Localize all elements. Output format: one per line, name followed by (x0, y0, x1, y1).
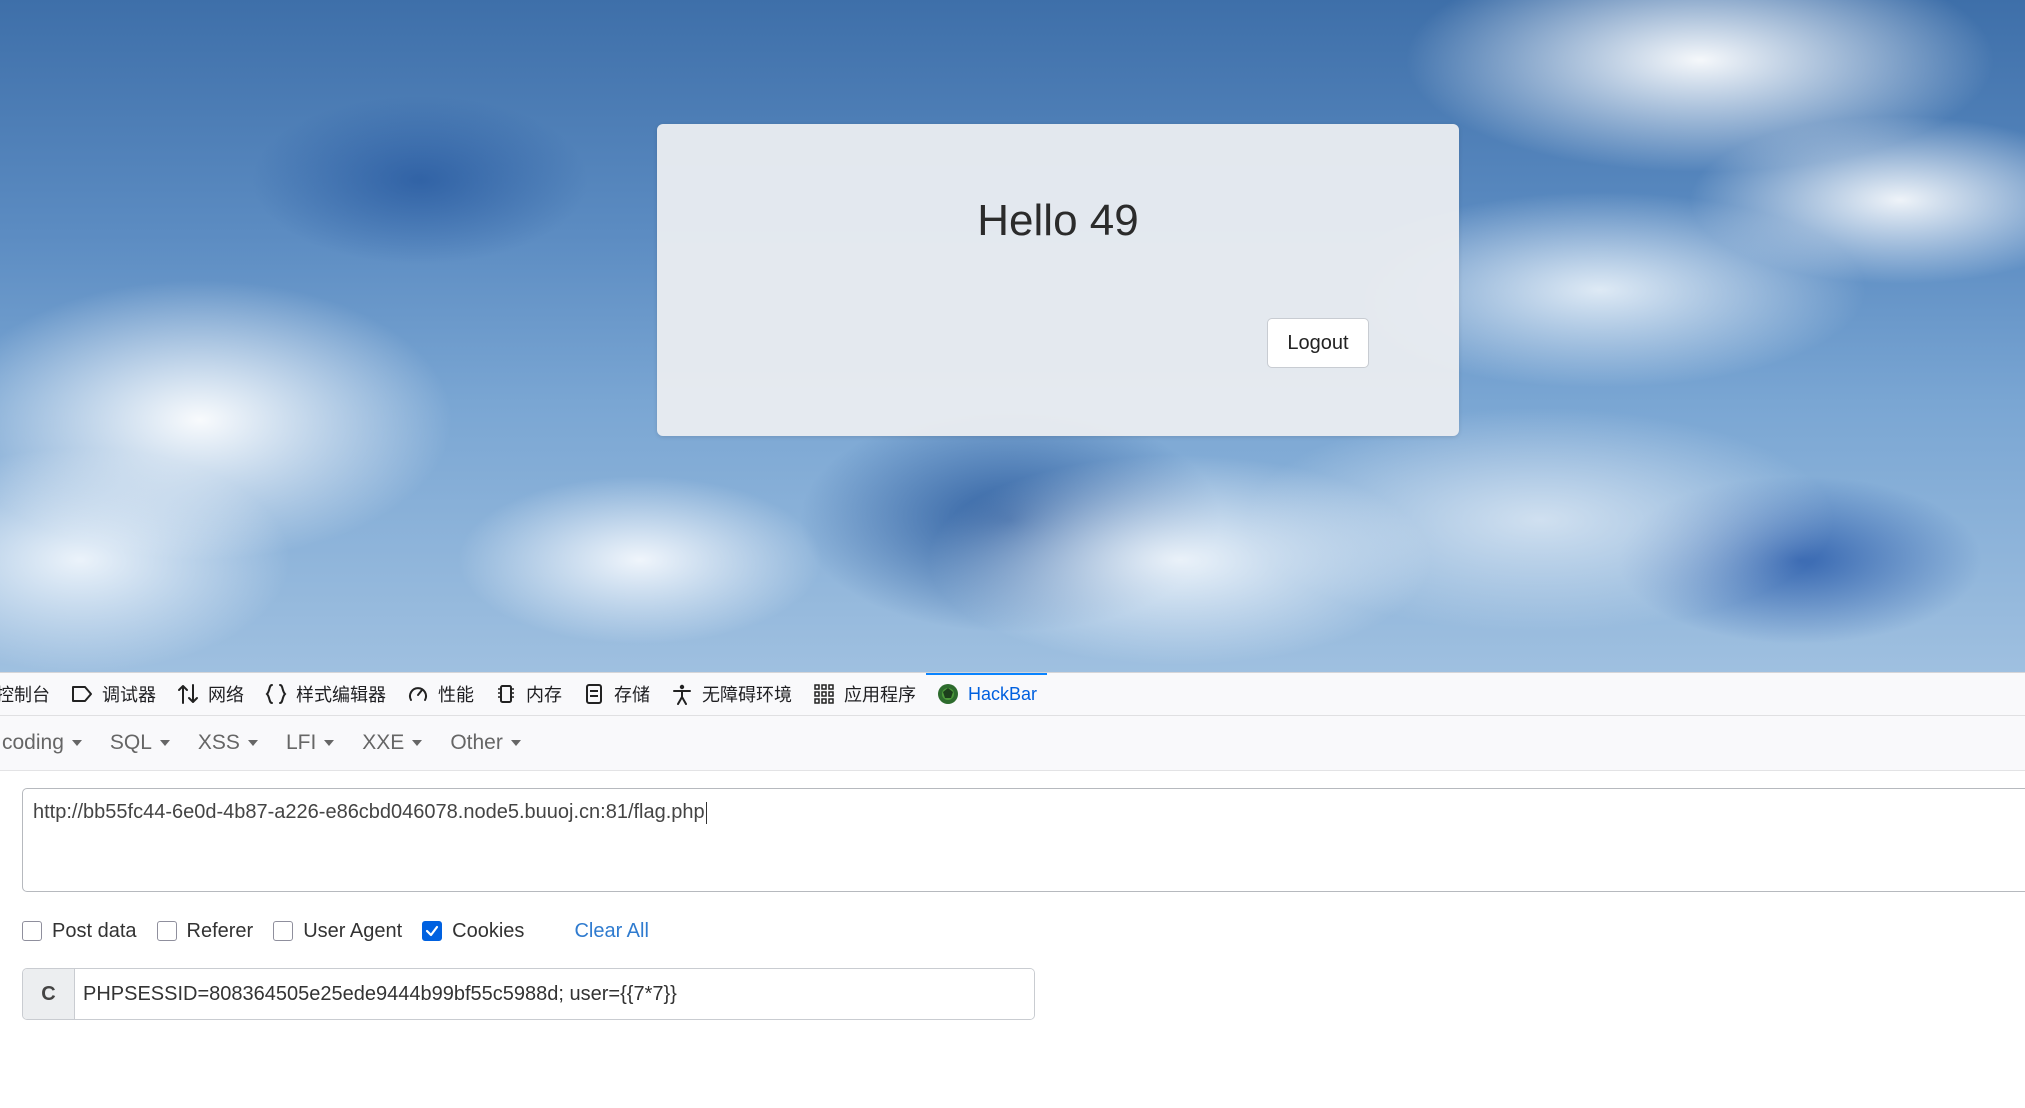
tab-debugger-label: 调试器 (102, 685, 156, 705)
devtools-panel: 控制台 调试器 网络 样式编辑器 性能 内存 存储 无障碍环境 应用程序 Hac… (0, 672, 2025, 1108)
network-icon (176, 682, 200, 706)
chevron-down-icon (412, 740, 423, 746)
user-agent-checkbox[interactable] (273, 921, 294, 941)
hackbar-menu: coding SQL XSS LFI XXE Other (0, 716, 2025, 771)
cookie-input[interactable] (75, 969, 1034, 1019)
url-input[interactable]: http://bb55fc44-6e0d-4b87-a226-e86cbd046… (22, 788, 2025, 892)
tab-hackbar[interactable]: HackBar (926, 673, 1048, 715)
accessibility-icon (670, 682, 694, 706)
referer-label: Referer (186, 919, 254, 942)
chevron-down-icon (510, 740, 521, 746)
tab-style-editor[interactable]: 样式编辑器 (254, 673, 396, 715)
tab-console[interactable]: 控制台 (0, 673, 60, 715)
tab-storage-label: 存储 (614, 685, 650, 705)
tab-memory[interactable]: 内存 (484, 673, 572, 715)
devtools-tab-bar: 控制台 调试器 网络 样式编辑器 性能 内存 存储 无障碍环境 应用程序 Hac… (0, 673, 2025, 716)
url-text: http://bb55fc44-6e0d-4b87-a226-e86cbd046… (33, 801, 705, 823)
menu-encoding-label: coding (2, 731, 64, 754)
option-post-data[interactable]: Post data (22, 920, 137, 943)
cookies-checkbox[interactable] (422, 921, 443, 941)
chevron-down-icon (159, 740, 170, 746)
tab-performance[interactable]: 性能 (396, 673, 484, 715)
menu-sql[interactable]: SQL (96, 731, 184, 755)
storage-icon (582, 682, 606, 706)
menu-other[interactable]: Other (436, 731, 535, 755)
clear-all-link[interactable]: Clear All (574, 920, 648, 943)
debugger-icon (70, 682, 94, 706)
cookie-field: C (22, 968, 1035, 1020)
hackbar-options: Post data Referer User Agent Cookies Cle… (22, 911, 649, 951)
tab-accessibility-label: 无障碍环境 (702, 685, 792, 705)
greeting-card: Hello 49 Logout (657, 124, 1459, 436)
application-icon (812, 682, 836, 706)
menu-xss[interactable]: XSS (184, 731, 272, 755)
tab-application[interactable]: 应用程序 (802, 673, 926, 715)
hackbar-icon (936, 682, 960, 706)
menu-xxe-label: XXE (362, 731, 405, 754)
greeting-text: Hello 49 (977, 196, 1139, 245)
post-data-checkbox[interactable] (22, 921, 42, 941)
tab-performance-label: 性能 (438, 685, 474, 705)
tab-storage[interactable]: 存储 (572, 673, 660, 715)
text-cursor (705, 801, 707, 824)
option-referer[interactable]: Referer (156, 919, 254, 943)
user-agent-label: User Agent (303, 919, 403, 942)
tab-console-label: 控制台 (0, 685, 50, 705)
cookies-label: Cookies (452, 919, 525, 942)
chevron-down-icon (71, 740, 82, 746)
option-user-agent[interactable]: User Agent (273, 920, 402, 943)
chevron-down-icon (247, 740, 258, 746)
menu-xss-label: XSS (197, 731, 240, 754)
referer-checkbox[interactable] (156, 921, 177, 941)
menu-other-label: Other (450, 731, 503, 754)
menu-sql-label: SQL (109, 731, 152, 754)
tab-application-label: 应用程序 (844, 685, 916, 705)
tab-style-editor-label: 样式编辑器 (296, 685, 386, 705)
memory-icon (494, 682, 518, 706)
menu-encoding[interactable]: coding (0, 731, 96, 755)
menu-xxe[interactable]: XXE (348, 731, 436, 755)
menu-lfi[interactable]: LFI (272, 731, 348, 755)
style-editor-icon (264, 682, 288, 706)
tab-hackbar-label: HackBar (968, 683, 1038, 704)
chevron-down-icon (324, 740, 335, 746)
menu-lfi-label: LFI (285, 731, 317, 754)
option-cookies[interactable]: Cookies (422, 920, 524, 943)
page-viewport: Hello 49 Logout (0, 0, 2025, 672)
logout-button[interactable]: Logout (1267, 318, 1369, 368)
tab-debugger[interactable]: 调试器 (60, 673, 166, 715)
post-data-label: Post data (52, 919, 137, 942)
tab-memory-label: 内存 (526, 685, 562, 705)
tab-network-label: 网络 (208, 685, 244, 705)
tab-network[interactable]: 网络 (166, 673, 254, 715)
performance-icon (406, 682, 430, 706)
cookie-prefix: C (23, 969, 75, 1019)
tab-accessibility[interactable]: 无障碍环境 (660, 673, 802, 715)
checkmark-icon (426, 925, 439, 937)
